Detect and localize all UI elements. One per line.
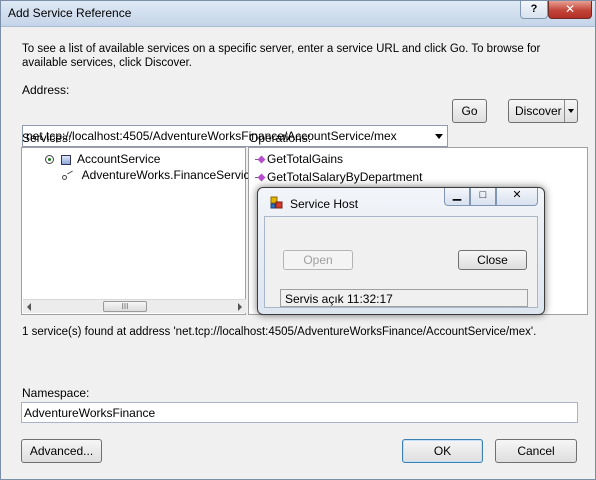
service-host-title: Service Host	[290, 197, 359, 211]
services-tree[interactable]: AccountService AdventureWorks.FinanceSer…	[21, 147, 256, 315]
operations-label: Operations:	[249, 131, 312, 145]
expand-icon[interactable]	[45, 155, 54, 165]
contract-icon	[62, 170, 74, 181]
service-host-close-icon[interactable]: ✕	[496, 188, 538, 206]
namespace-value: AdventureWorksFinance	[24, 406, 156, 420]
service-host-window: Service Host ▁ □ ✕ Open Close Servis açı…	[257, 187, 545, 315]
tree-item-accountservice[interactable]: AccountService	[45, 152, 160, 166]
tree-item-label: AccountService	[77, 152, 161, 166]
chevron-down-icon	[568, 109, 574, 113]
service-status-text: Servis açık 11:32:17	[285, 292, 393, 306]
services-scrollbar[interactable]: III	[23, 299, 246, 313]
open-button[interactable]: Open	[283, 250, 353, 270]
discover-button[interactable]: Discover	[508, 99, 578, 123]
close-button[interactable]: Close	[458, 250, 527, 270]
help-button[interactable]: ?	[520, 1, 548, 19]
service-host-body: Open Close Servis açık 11:32:17	[264, 216, 538, 308]
go-button[interactable]: Go	[452, 99, 487, 123]
chevron-down-icon[interactable]	[435, 134, 443, 139]
tree-item-label: AdventureWorks.FinanceService	[81, 168, 257, 182]
address-combobox[interactable]: net.tcp://localhost:4505/AdventureWorksF…	[22, 125, 448, 147]
namespace-input[interactable]: AdventureWorksFinance	[21, 402, 578, 423]
method-icon	[255, 174, 265, 182]
scroll-left-icon[interactable]	[27, 303, 31, 311]
add-service-reference-dialog: Add Service Reference ? ✕ To see a list …	[0, 0, 596, 480]
title-bar: Add Service Reference ? ✕	[1, 1, 595, 27]
maximize-button[interactable]: □	[470, 188, 496, 206]
discover-label: Discover	[515, 104, 562, 118]
address-value: net.tcp://localhost:4505/AdventureWorksF…	[26, 129, 397, 143]
minimize-button[interactable]: ▁	[444, 188, 470, 206]
instruction-text: To see a list of available services on a…	[22, 43, 541, 69]
window-title: Add Service Reference	[8, 6, 132, 20]
operation-item[interactable]: GetTotalGains	[255, 152, 343, 166]
scrollbar-thumb[interactable]: III	[103, 301, 147, 312]
window-close-button[interactable]: ✕	[548, 1, 592, 19]
address-label: Address:	[22, 83, 70, 97]
app-icon	[270, 196, 284, 210]
tree-item-financeservice[interactable]: AdventureWorks.FinanceService	[62, 168, 256, 182]
method-icon	[255, 156, 265, 164]
operation-item[interactable]: GetTotalSalaryByDepartment	[255, 170, 422, 184]
advanced-button[interactable]: Advanced...	[21, 439, 102, 463]
namespace-label: Namespace:	[22, 386, 90, 400]
status-strip: Servis açık 11:32:17	[280, 289, 528, 307]
discover-dropdown[interactable]	[564, 100, 577, 122]
scroll-right-icon[interactable]	[238, 303, 242, 311]
services-label: Services:	[22, 131, 72, 145]
ok-button[interactable]: OK	[402, 439, 483, 463]
status-text: 1 service(s) found at address 'net.tcp:/…	[22, 326, 537, 338]
cancel-button[interactable]: Cancel	[495, 439, 577, 463]
service-icon	[61, 154, 72, 165]
